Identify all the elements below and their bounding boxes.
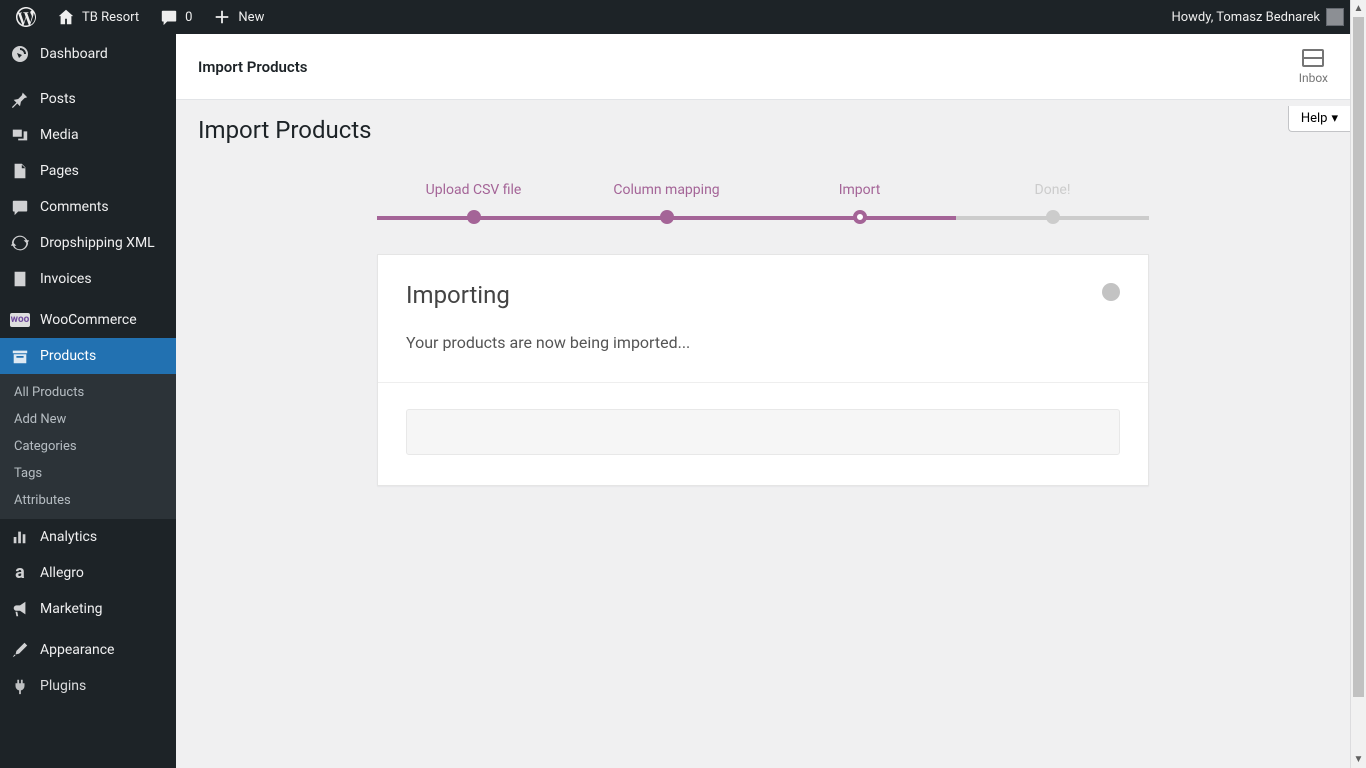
woocommerce-icon: woo bbox=[10, 313, 30, 327]
new-label: New bbox=[238, 10, 264, 25]
menu-media[interactable]: Media bbox=[0, 117, 176, 153]
admin-sidebar: Dashboard Posts Media Pages Comments Dro… bbox=[0, 34, 176, 768]
wordpress-icon bbox=[16, 7, 36, 27]
comments-link[interactable]: 0 bbox=[151, 0, 200, 34]
help-toggle[interactable]: Help ▾ bbox=[1288, 106, 1350, 132]
content-area: Import Products Inbox Help ▾ Import Prod… bbox=[176, 34, 1350, 768]
dashboard-icon bbox=[10, 44, 30, 64]
wp-logo[interactable] bbox=[8, 0, 44, 34]
new-content-link[interactable]: New bbox=[204, 0, 272, 34]
card-message: Your products are now being imported... bbox=[406, 333, 1120, 352]
menu-label: Pages bbox=[40, 161, 79, 181]
menu-plugins[interactable]: Plugins bbox=[0, 668, 176, 704]
step-label: Done! bbox=[956, 182, 1149, 198]
menu-dashboard[interactable]: Dashboard bbox=[0, 34, 176, 76]
avatar-icon bbox=[1326, 8, 1344, 26]
card-heading: Importing bbox=[406, 281, 1120, 309]
inbox-button[interactable]: Inbox bbox=[1299, 49, 1328, 85]
menu-label: Media bbox=[40, 125, 79, 145]
chevron-down-icon: ▾ bbox=[1331, 111, 1338, 126]
wizard-steps: Upload CSV file Column mapping Import Do… bbox=[377, 182, 1149, 224]
menu-posts[interactable]: Posts bbox=[0, 81, 176, 117]
comments-count: 0 bbox=[185, 10, 192, 25]
menu-appearance[interactable]: Appearance bbox=[0, 632, 176, 668]
scroll-thumb[interactable] bbox=[1353, 17, 1364, 697]
admin-bar: TB Resort 0 New Howdy, Tomasz Bednarek bbox=[0, 0, 1366, 34]
step-dot bbox=[660, 210, 674, 224]
topbar-title: Import Products bbox=[198, 58, 308, 76]
plugin-icon bbox=[10, 676, 30, 696]
howdy-text: Howdy, Tomasz Bednarek bbox=[1171, 10, 1320, 25]
home-icon bbox=[56, 7, 76, 27]
step-dot bbox=[853, 210, 867, 224]
menu-woocommerce[interactable]: woo WooCommerce bbox=[0, 302, 176, 338]
menu-label: Appearance bbox=[40, 640, 114, 660]
menu-label: Invoices bbox=[40, 269, 92, 289]
menu-allegro[interactable]: a Allegro bbox=[0, 555, 176, 591]
inbox-icon bbox=[1302, 49, 1324, 67]
submenu-all-products[interactable]: All Products bbox=[0, 379, 176, 406]
menu-dropshipping[interactable]: Dropshipping XML bbox=[0, 225, 176, 261]
submenu-attributes[interactable]: Attributes bbox=[0, 487, 176, 514]
menu-label: Products bbox=[40, 346, 96, 366]
scroll-down-button[interactable]: ▼ bbox=[1351, 751, 1366, 768]
menu-label: Dashboard bbox=[40, 44, 108, 64]
page-title: Import Products bbox=[198, 116, 1328, 144]
scrollbar[interactable]: ▲ ▼ bbox=[1350, 0, 1366, 768]
pin-icon bbox=[10, 89, 30, 109]
allegro-icon: a bbox=[10, 563, 30, 583]
plus-icon bbox=[212, 7, 232, 27]
menu-comments[interactable]: Comments bbox=[0, 189, 176, 225]
menu-label: Marketing bbox=[40, 599, 103, 619]
menu-analytics[interactable]: Analytics bbox=[0, 519, 176, 555]
menu-label: Allegro bbox=[40, 563, 84, 583]
menu-label: Dropshipping XML bbox=[40, 233, 155, 253]
megaphone-icon bbox=[10, 599, 30, 619]
products-submenu: All Products Add New Categories Tags Att… bbox=[0, 374, 176, 519]
step-label: Column mapping bbox=[570, 182, 763, 198]
submenu-categories[interactable]: Categories bbox=[0, 433, 176, 460]
menu-label: Plugins bbox=[40, 676, 86, 696]
import-wizard: Upload CSV file Column mapping Import Do… bbox=[377, 182, 1149, 486]
menu-label: WooCommerce bbox=[40, 310, 137, 330]
products-icon bbox=[10, 346, 30, 366]
refresh-icon bbox=[10, 233, 30, 253]
brush-icon bbox=[10, 640, 30, 660]
menu-label: Comments bbox=[40, 197, 109, 217]
comment-icon bbox=[10, 197, 30, 217]
comment-icon bbox=[159, 7, 179, 27]
page-icon bbox=[10, 161, 30, 181]
chart-icon bbox=[10, 527, 30, 547]
help-label: Help bbox=[1301, 111, 1328, 126]
menu-label: Posts bbox=[40, 89, 76, 109]
scroll-up-button[interactable]: ▲ bbox=[1351, 0, 1366, 17]
spinner-icon bbox=[1102, 283, 1120, 301]
submenu-tags[interactable]: Tags bbox=[0, 460, 176, 487]
step-label: Import bbox=[763, 182, 956, 198]
step-dot bbox=[467, 210, 481, 224]
site-name: TB Resort bbox=[82, 10, 139, 25]
import-card: Importing Your products are now being im… bbox=[377, 254, 1149, 486]
invoice-icon bbox=[10, 269, 30, 289]
submenu-add-new[interactable]: Add New bbox=[0, 406, 176, 433]
inbox-label: Inbox bbox=[1299, 71, 1328, 85]
progress-bar bbox=[406, 409, 1120, 455]
step-dot bbox=[1046, 210, 1060, 224]
menu-invoices[interactable]: Invoices bbox=[0, 261, 176, 297]
site-home-link[interactable]: TB Resort bbox=[48, 0, 147, 34]
account-link[interactable]: Howdy, Tomasz Bednarek bbox=[1163, 0, 1352, 34]
menu-products[interactable]: Products bbox=[0, 338, 176, 374]
step-label: Upload CSV file bbox=[377, 182, 570, 198]
menu-label: Analytics bbox=[40, 527, 97, 547]
media-icon bbox=[10, 125, 30, 145]
menu-marketing[interactable]: Marketing bbox=[0, 591, 176, 627]
menu-pages[interactable]: Pages bbox=[0, 153, 176, 189]
page-topbar: Import Products Inbox bbox=[176, 34, 1350, 100]
